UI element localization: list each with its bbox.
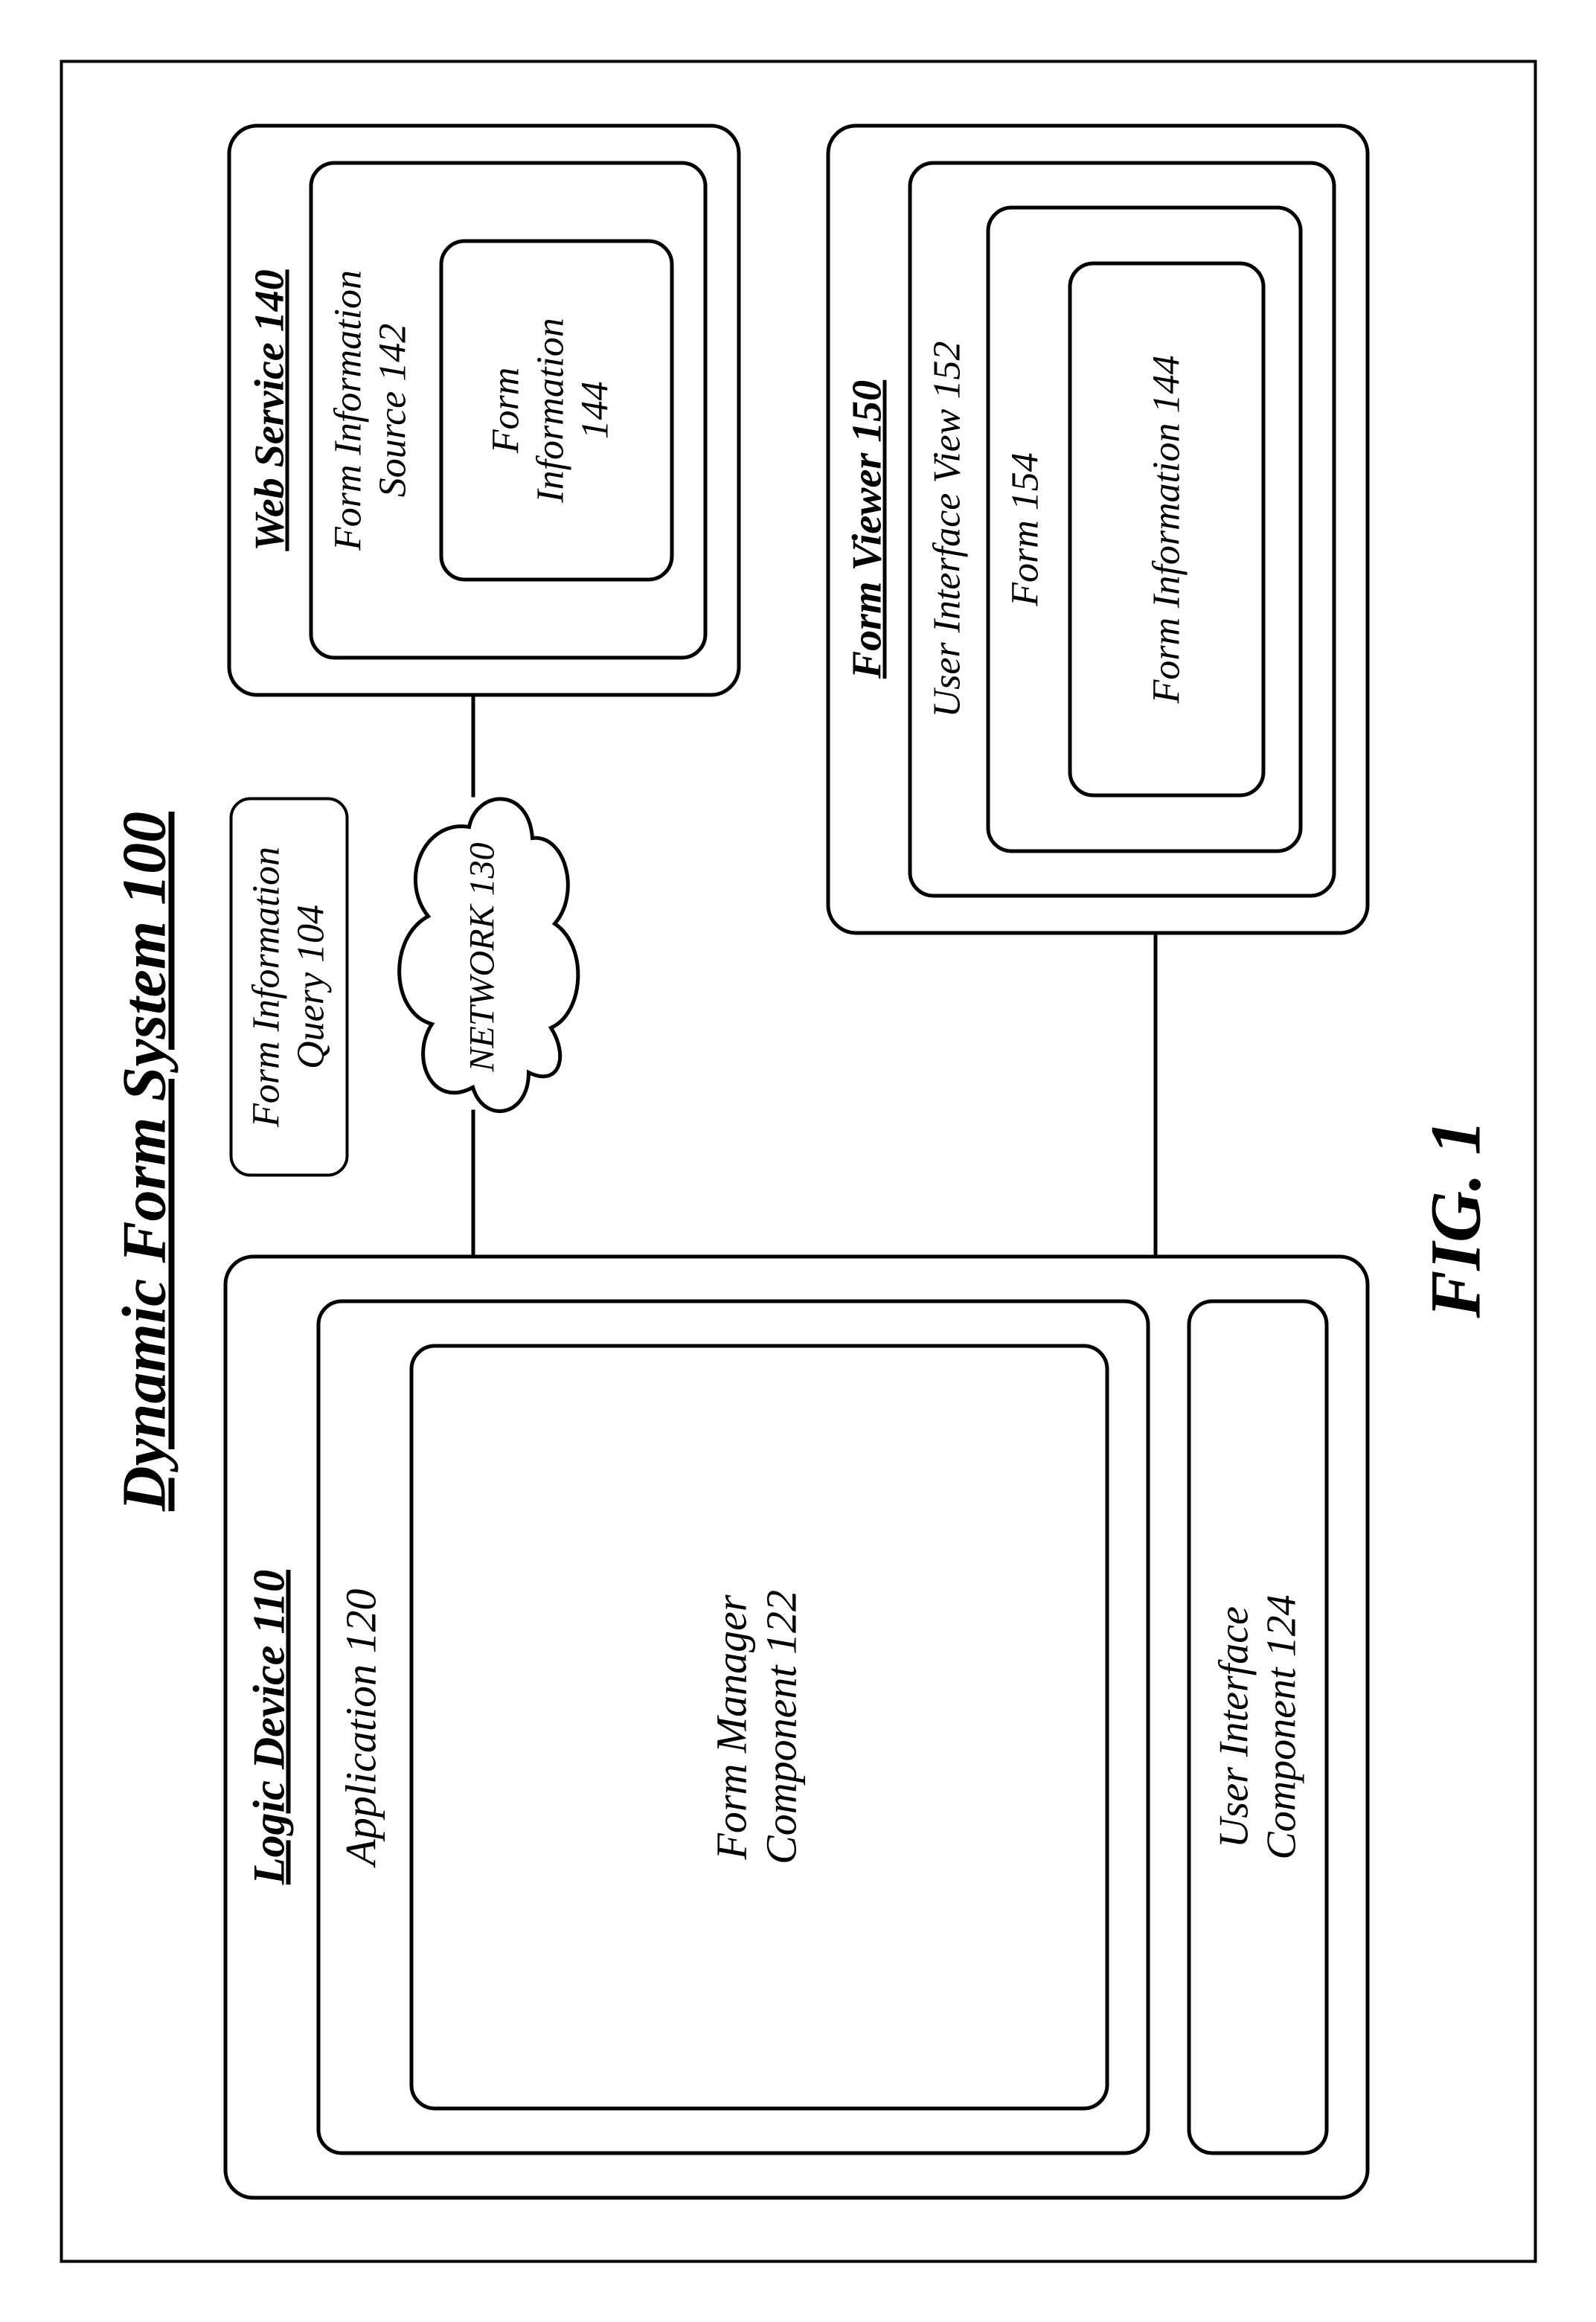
form-info-source-box: Form Information Source 142 Form Informa… xyxy=(309,161,707,659)
logic-device-title: Logic Device 110 xyxy=(243,1258,295,2196)
connector-logic-formviewer xyxy=(1153,934,1157,1254)
ui-component-label: User Interface Component 124 xyxy=(1210,1303,1306,2151)
form-154-label: Form 154 xyxy=(1003,209,1048,849)
form-manager-label: Form Manager Component 122 xyxy=(707,1347,806,2106)
system-title: Dynamic Form System 100 xyxy=(108,0,180,2322)
query-label: Form Information Query 104 xyxy=(244,800,333,1173)
web-service-box: Web Service 140 Form Information Source … xyxy=(227,124,740,696)
form-info-144b-label: Form Information 144 xyxy=(1144,265,1189,793)
form-info-144-box: Form Information 144 xyxy=(439,239,673,581)
network-cloud: NETWORK 130 xyxy=(372,774,595,1139)
form-154-box: Form 154 Form Information 144 xyxy=(986,205,1302,853)
ui-view-label: User Interface View 152 xyxy=(925,164,970,894)
application-box: Application 120 Form Manager Component 1… xyxy=(316,1299,1150,2155)
form-info-144b-box: Form Information 144 xyxy=(1068,261,1265,797)
application-title: Application 120 xyxy=(336,1303,386,2151)
form-info-144-label: Form Information 144 xyxy=(484,243,617,577)
form-info-source-label: Form Information Source 142 xyxy=(326,164,415,655)
logic-device-box: Logic Device 110 Application 120 Form Ma… xyxy=(223,1254,1369,2199)
network-label: NETWORK 130 xyxy=(461,774,502,1139)
figure-label: FIG. 1 xyxy=(1414,1119,1496,1318)
ui-component-box: User Interface Component 124 xyxy=(1187,1299,1328,2155)
form-manager-box: Form Manager Component 122 xyxy=(409,1344,1109,2110)
ui-view-box: User Interface View 152 Form 154 Form In… xyxy=(908,161,1336,897)
web-service-title: Web Service 140 xyxy=(246,127,293,693)
connector-network-webservice xyxy=(471,696,475,797)
form-viewer-box: Form Viewer 150 User Interface View 152 … xyxy=(826,124,1369,934)
query-tag: Form Information Query 104 xyxy=(229,797,348,1176)
form-viewer-title: Form Viewer 150 xyxy=(843,127,891,931)
